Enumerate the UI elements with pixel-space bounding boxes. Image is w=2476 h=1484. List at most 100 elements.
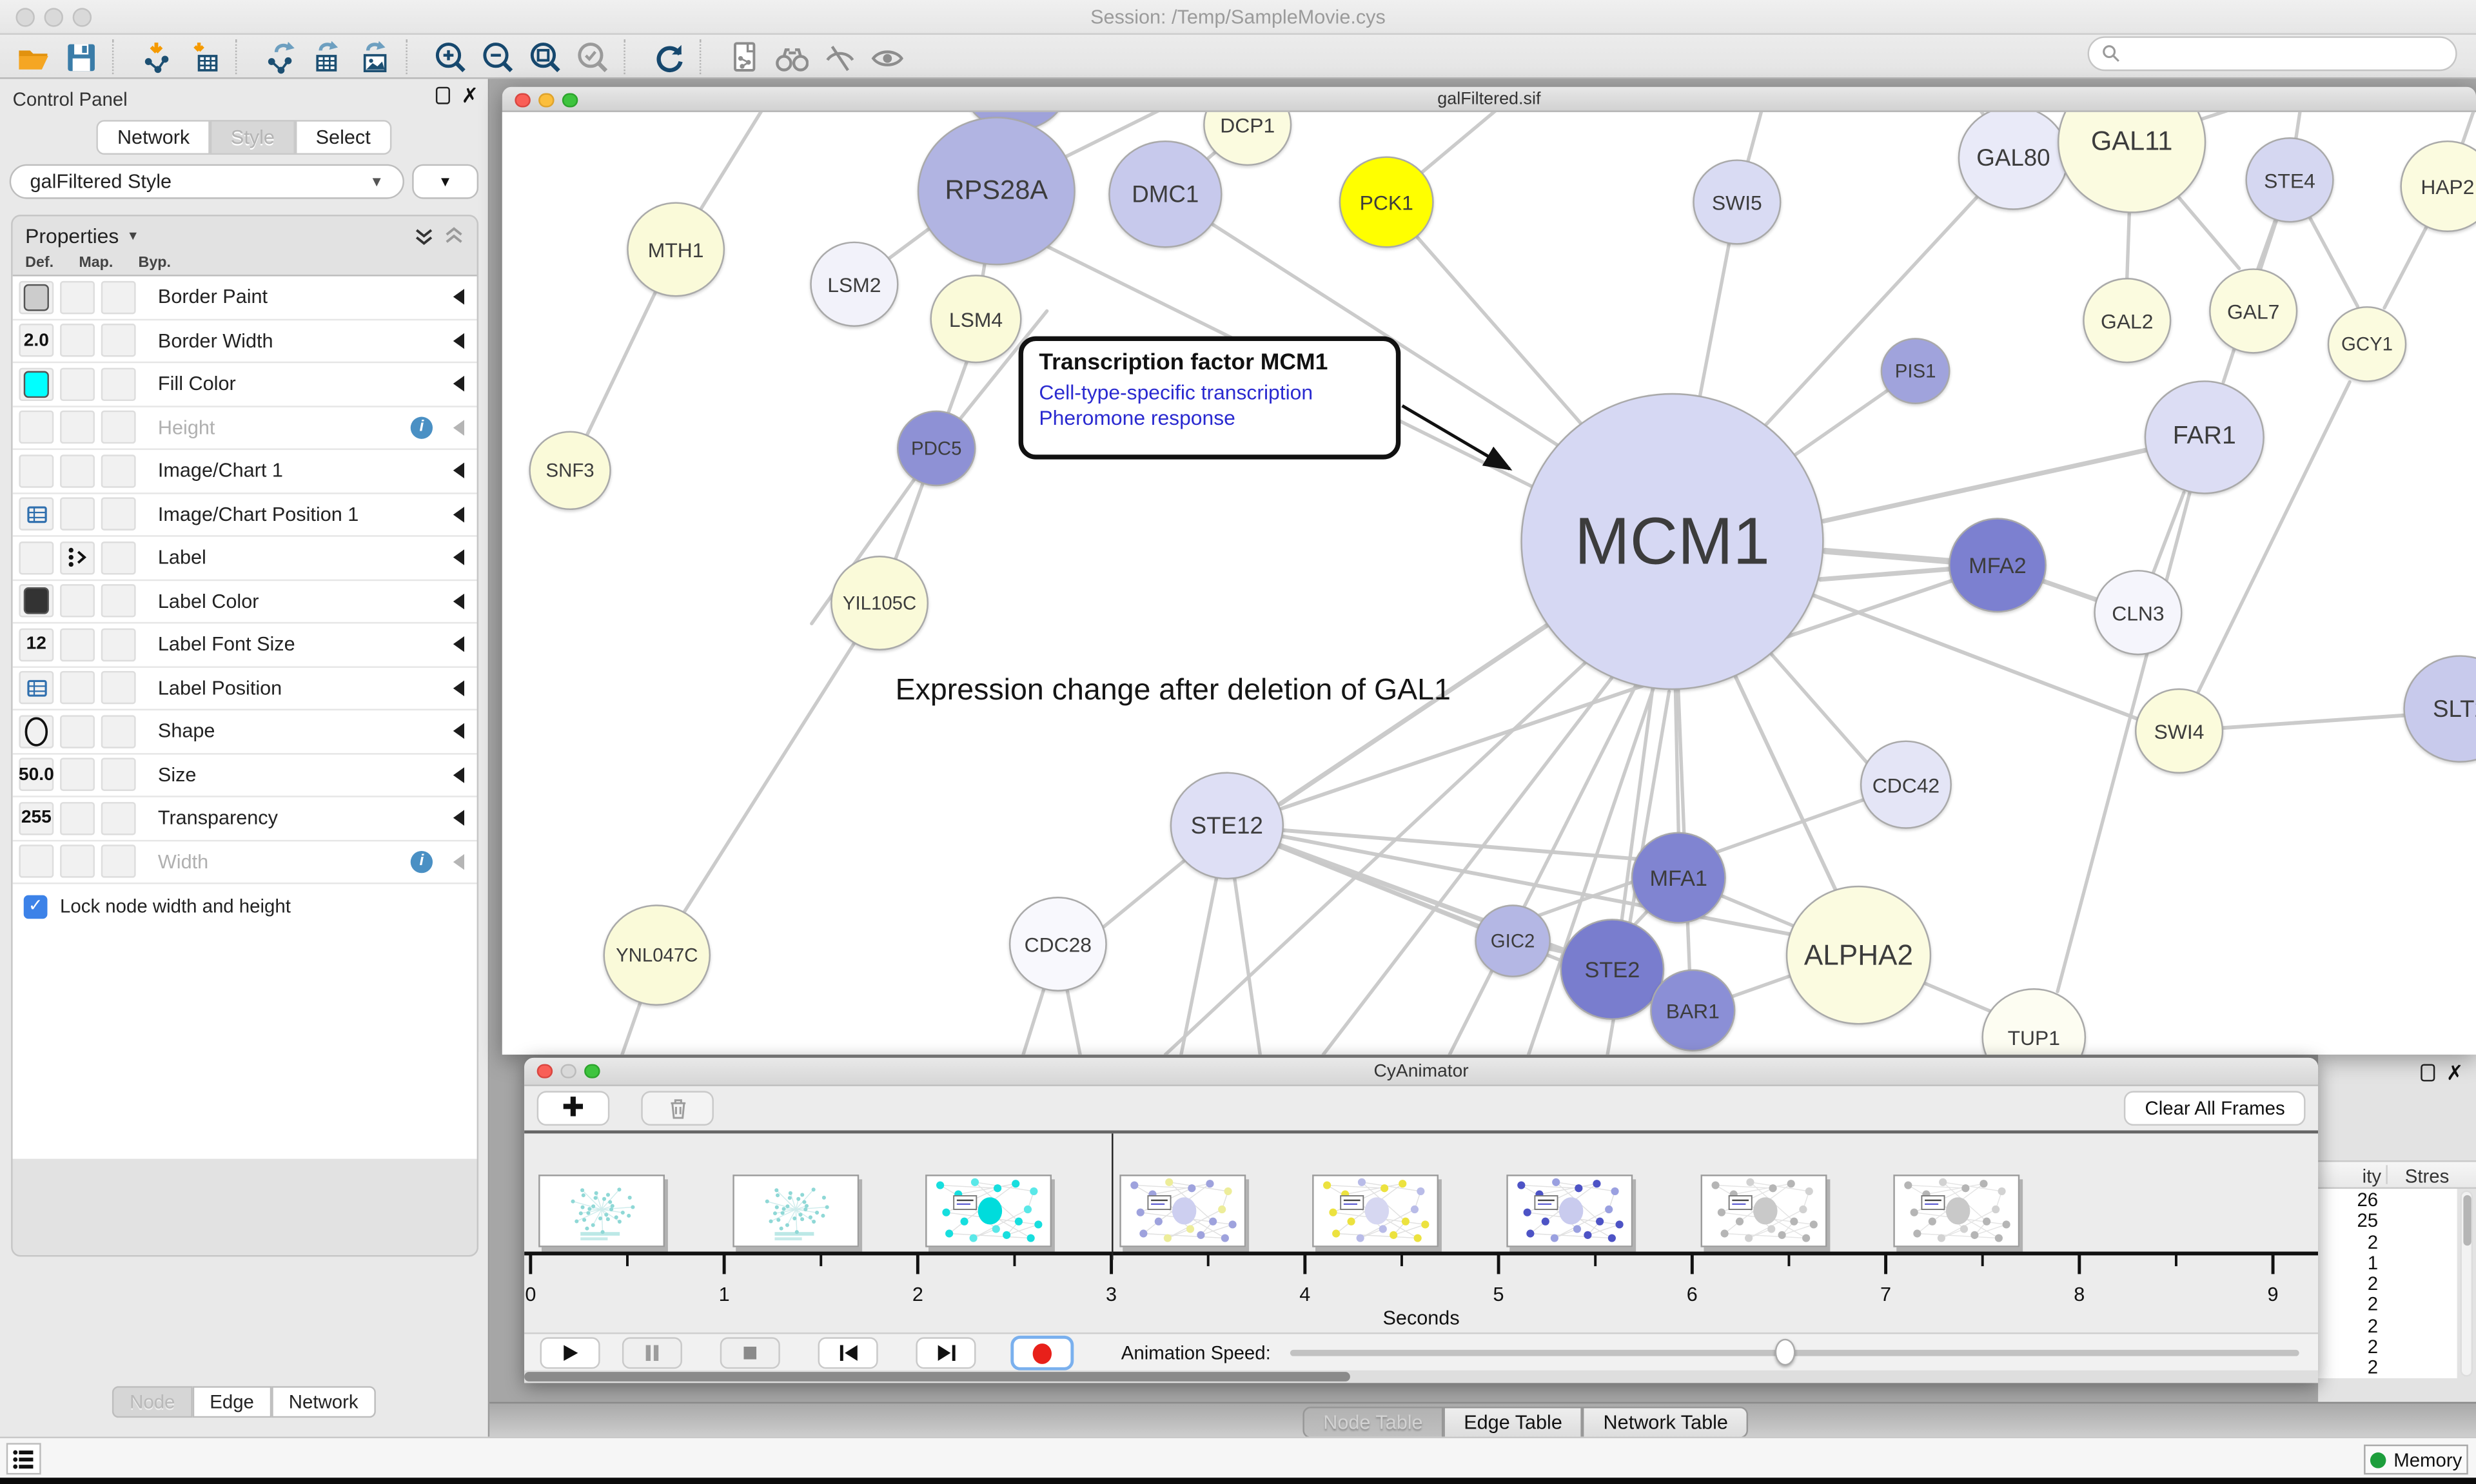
animation-timeline[interactable]: 0123456789 Seconds — [524, 1133, 2318, 1333]
table-cell[interactable]: 1 — [2318, 1252, 2457, 1273]
info-icon[interactable]: i — [411, 416, 433, 438]
frame-thumbnail-4[interactable] — [1313, 1175, 1439, 1247]
annotation-text[interactable]: Expression change after deletion of GAL1 — [896, 674, 1451, 709]
network-node-gal80[interactable]: GAL80 — [1958, 112, 2068, 210]
export-image-button[interactable] — [351, 37, 398, 75]
tab-style[interactable]: Style — [210, 120, 295, 155]
bypass-cell[interactable] — [101, 541, 136, 574]
mapping-cell[interactable] — [60, 367, 95, 400]
zoom-fit-button[interactable] — [521, 37, 568, 75]
default-value-cell[interactable] — [19, 715, 54, 748]
zoom-in-button[interactable] — [426, 37, 473, 75]
network-node-lsm2[interactable]: LSM2 — [810, 242, 898, 327]
bypass-cell[interactable] — [101, 628, 136, 661]
network-node-swi4[interactable]: SWI4 — [2135, 688, 2223, 774]
bypass-cell[interactable] — [101, 758, 136, 791]
skip-to-end-button[interactable] — [916, 1337, 976, 1369]
search-input[interactable] — [2128, 41, 2442, 66]
expand-arrow-icon[interactable] — [453, 767, 464, 783]
expand-arrow-icon[interactable] — [453, 593, 464, 609]
table-cell[interactable]: 2 — [2318, 1231, 2457, 1252]
frame-thumbnail-3[interactable] — [1119, 1175, 1246, 1247]
export-table-button[interactable] — [303, 37, 350, 75]
network-node-dcp1[interactable]: DCP1 — [1203, 112, 1292, 166]
default-value-cell[interactable] — [19, 280, 54, 313]
zoom-out-button[interactable] — [474, 37, 521, 75]
property-row-size[interactable]: 50.0Size — [13, 754, 477, 797]
table-cell[interactable]: 25 — [2318, 1210, 2457, 1231]
table-column-stress[interactable]: Stres — [2391, 1165, 2464, 1187]
network-node-bar1[interactable]: BAR1 — [1650, 970, 1735, 1051]
mapping-cell[interactable] — [60, 411, 95, 444]
mapping-cell[interactable] — [60, 454, 95, 487]
network-node-cdc28[interactable]: CDC28 — [1009, 897, 1107, 991]
stop-button[interactable] — [720, 1337, 780, 1369]
table-cell[interactable]: 2 — [2318, 1294, 2457, 1315]
tab-network-table[interactable]: Network Table — [1583, 1407, 1749, 1438]
close-panel-icon[interactable]: ✗ — [461, 87, 478, 104]
default-value-cell[interactable] — [19, 411, 54, 444]
bypass-cell[interactable] — [101, 280, 136, 313]
refresh-button[interactable] — [644, 37, 691, 75]
default-value-cell[interactable] — [19, 585, 54, 618]
network-node-dmc1[interactable]: DMC1 — [1108, 141, 1222, 248]
default-value-cell[interactable] — [19, 671, 54, 704]
show-graphics-button[interactable] — [862, 37, 909, 75]
network-node-far1[interactable]: FAR1 — [2145, 380, 2265, 494]
expand-all-icon[interactable] — [414, 225, 435, 246]
float-panel-icon[interactable] — [2421, 1064, 2435, 1082]
add-frame-button[interactable]: ✚ — [537, 1091, 610, 1126]
zoom-selected-button[interactable] — [569, 37, 616, 75]
network-node-mcm1[interactable]: MCM1 — [1520, 393, 1823, 690]
table-cell[interactable]: 26 — [2318, 1189, 2457, 1210]
expand-arrow-icon[interactable] — [453, 680, 464, 696]
export-network-button[interactable] — [256, 37, 303, 75]
frame-thumbnail-2[interactable] — [926, 1175, 1052, 1247]
expand-arrow-icon[interactable] — [453, 463, 464, 478]
bypass-cell[interactable] — [101, 715, 136, 748]
network-node-rps28a[interactable]: RPS28A — [918, 117, 1076, 265]
slider-thumb[interactable] — [1775, 1339, 1796, 1366]
mapping-cell[interactable] — [60, 324, 95, 357]
delete-frame-button[interactable] — [641, 1091, 714, 1126]
bypass-cell[interactable] — [101, 411, 136, 444]
network-node-pck1[interactable]: PCK1 — [1339, 156, 1434, 248]
bypass-cell[interactable] — [101, 585, 136, 618]
open-session-button[interactable] — [10, 37, 57, 75]
frame-thumbnail-0[interactable] — [538, 1175, 665, 1247]
tab-node-table[interactable]: Node Table — [1302, 1407, 1443, 1438]
mapping-cell[interactable] — [60, 758, 95, 791]
timeline-playhead[interactable] — [1112, 1133, 1114, 1260]
network-window-titlebar[interactable]: galFiltered.sif — [502, 87, 2476, 112]
lock-size-checkbox[interactable]: ✓ — [24, 894, 48, 918]
collapse-all-icon[interactable] — [444, 225, 464, 246]
network-node-tup1[interactable]: TUP1 — [1981, 988, 2086, 1055]
expand-arrow-icon[interactable] — [453, 854, 464, 869]
property-row-label-font-size[interactable]: 12Label Font Size — [13, 623, 477, 667]
properties-header[interactable]: Properties — [25, 224, 119, 248]
default-value-cell[interactable]: 50.0 — [19, 758, 54, 791]
network-node-slt2[interactable]: SLT2 — [2403, 655, 2476, 763]
property-row-image-chart-position-1[interactable]: Image/Chart Position 1 — [13, 493, 477, 536]
network-canvas[interactable]: DCP1RPS28ADMC1PCK1MTH1LSM2LSM4SWI5GAL80G… — [502, 112, 2476, 1055]
style-selector[interactable]: galFiltered Style ▼ — [10, 164, 404, 199]
mapping-cell[interactable] — [60, 715, 95, 748]
network-node-pis1[interactable]: PIS1 — [1881, 338, 1950, 404]
frame-thumbnail-1[interactable] — [732, 1175, 858, 1247]
record-button[interactable] — [1010, 1336, 1074, 1371]
expand-arrow-icon[interactable] — [453, 420, 464, 435]
frame-thumbnail-5[interactable] — [1506, 1175, 1633, 1247]
property-row-height[interactable]: Heighti — [13, 407, 477, 450]
property-row-border-width[interactable]: 2.0Border Width — [13, 320, 477, 363]
network-node-gic2[interactable]: GIC2 — [1475, 904, 1551, 977]
expand-arrow-icon[interactable] — [453, 333, 464, 348]
tab-edge[interactable]: Edge — [192, 1386, 271, 1418]
mapping-cell[interactable] — [60, 801, 95, 834]
network-node-snf3[interactable]: SNF3 — [529, 431, 611, 510]
expand-arrow-icon[interactable] — [453, 289, 464, 305]
play-button[interactable] — [540, 1337, 600, 1369]
property-row-image-chart-1[interactable]: Image/Chart 1 — [13, 450, 477, 493]
tab-network[interactable]: Network — [97, 120, 210, 155]
bypass-cell[interactable] — [101, 498, 136, 531]
property-row-border-paint[interactable]: Border Paint — [13, 277, 477, 320]
